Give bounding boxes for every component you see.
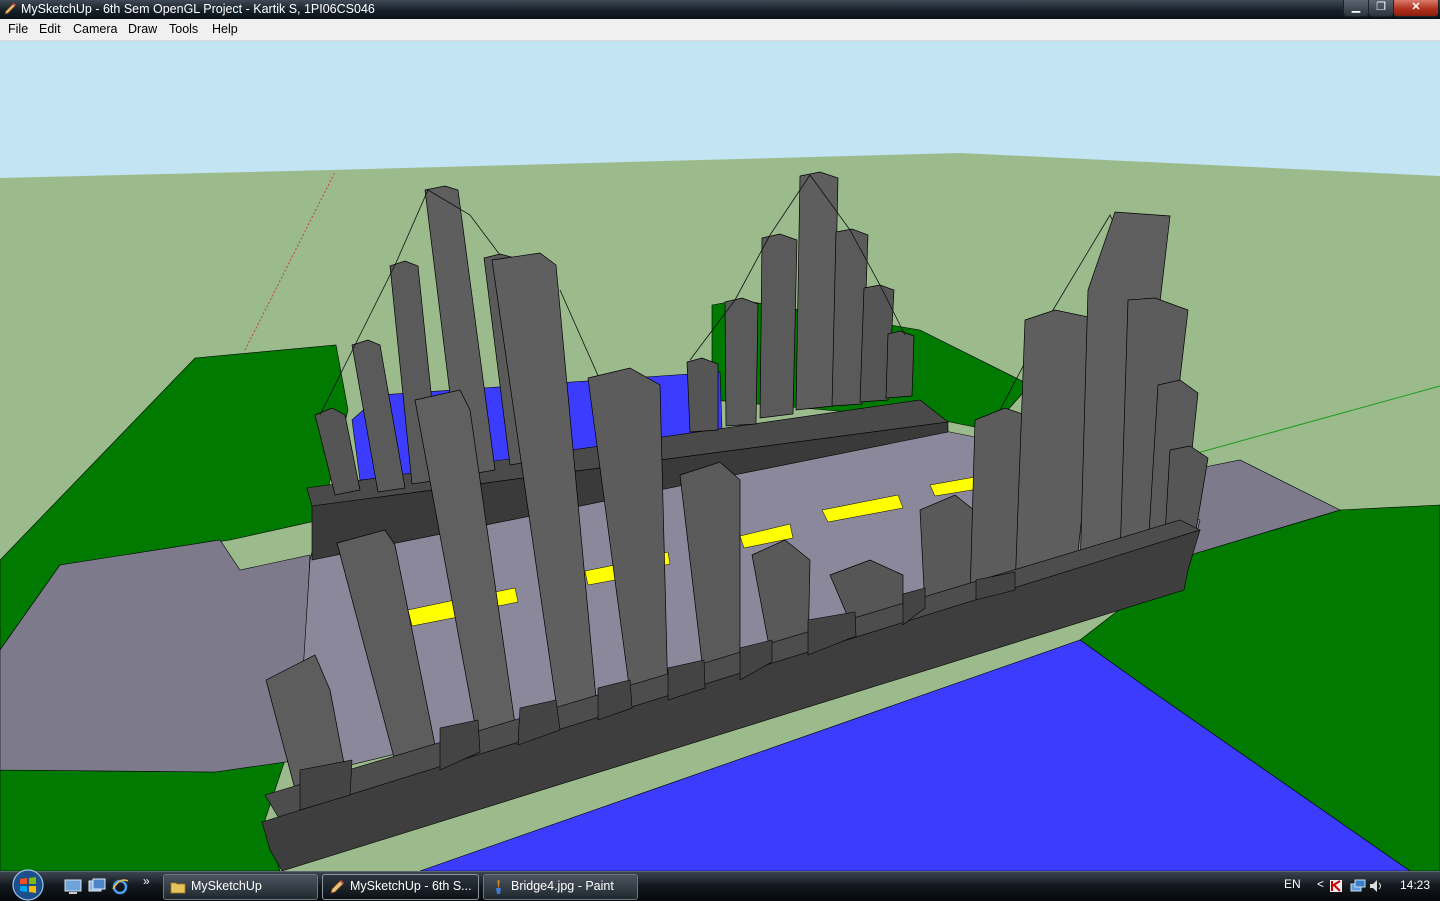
task-button-paint[interactable]: Bridge4.jpg - Paint [483,874,638,900]
language-indicator[interactable]: EN [1284,877,1301,891]
menu-draw[interactable]: Draw [128,22,157,36]
menu-file[interactable]: File [8,22,28,36]
volume-icon[interactable] [1368,878,1384,894]
network-icon[interactable] [1350,878,1366,894]
close-button[interactable]: ✕ [1393,0,1439,17]
pencil-icon [4,3,16,15]
3d-viewport[interactable] [0,41,1440,871]
start-button[interactable] [8,869,48,901]
title-bar: MySketchUp - 6th Sem OpenGL Project - Ka… [0,0,1440,19]
system-tray: EN < 14:23 [1270,872,1440,901]
menu-tools[interactable]: Tools [169,22,198,36]
menu-edit[interactable]: Edit [39,22,61,36]
scene-canvas[interactable] [0,41,1440,871]
quick-launch-more[interactable]: » [143,874,150,888]
switch-windows-icon[interactable] [88,877,106,895]
menu-help[interactable]: Help [212,22,238,36]
folder-icon [170,882,186,894]
task-button-mysketchup-folder[interactable]: MySketchUp [163,874,318,900]
clock[interactable]: 14:23 [1400,878,1430,892]
tray-expand-chevron[interactable]: < [1317,877,1324,891]
minimize-button[interactable]: ▁ [1343,0,1369,17]
task-label: MySketchUp - 6th S... [350,879,472,893]
grass-bottom-left [0,759,286,871]
internet-explorer-icon[interactable] [111,877,129,895]
pencil-icon [330,880,344,894]
taskbar: » MySketchUp MySketchUp - 6th S... Bridg… [0,869,1440,901]
show-desktop-icon[interactable] [64,877,82,895]
task-label: Bridge4.jpg - Paint [511,879,614,893]
maximize-button[interactable]: ❐ [1368,0,1394,17]
task-button-mysketchup-app[interactable]: MySketchUp - 6th S... [322,874,479,900]
window-title: MySketchUp - 6th Sem OpenGL Project - Ka… [21,2,375,16]
menu-bar: File Edit Camera Draw Tools Help [0,19,1440,41]
menu-camera[interactable]: Camera [73,22,117,36]
antivirus-icon[interactable] [1328,878,1344,894]
task-label: MySketchUp [191,879,262,893]
paint-icon [496,879,501,894]
